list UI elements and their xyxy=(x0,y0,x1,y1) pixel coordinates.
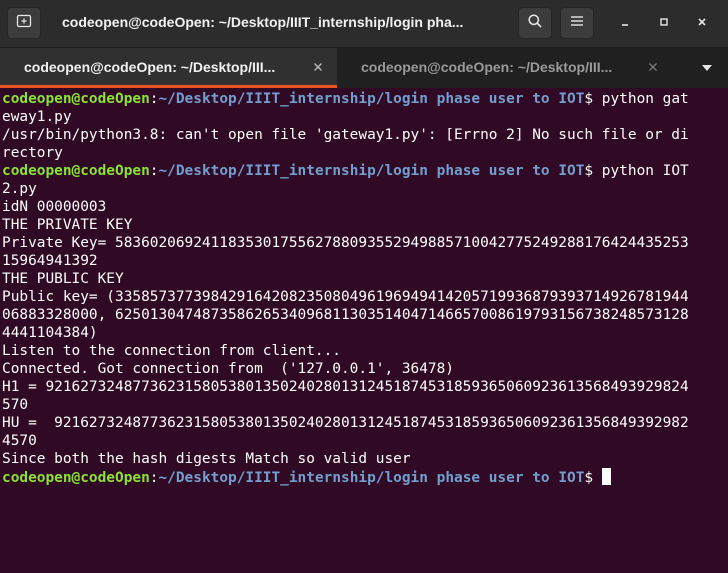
output-text: 4441104384) xyxy=(2,325,98,341)
prompt-dollar: $ xyxy=(584,163,594,179)
prompt-path: ~/Desktop/IIIT_internship/login phase us… xyxy=(158,91,585,107)
prompt-dollar: $ xyxy=(584,91,594,107)
output-text: 4570 xyxy=(2,433,37,449)
minimize-button[interactable] xyxy=(614,12,636,34)
header-bar: codeopen@codeOpen: ~/Desktop/IIIT_intern… xyxy=(0,0,728,48)
tab-label: codeopen@codeOpen: ~/Desktop/III... xyxy=(361,59,613,75)
window-title: codeopen@codeOpen: ~/Desktop/IIIT_intern… xyxy=(62,14,464,30)
terminal-output-line: rectory xyxy=(2,144,728,162)
tab-close-icon[interactable] xyxy=(645,59,661,75)
output-text: 06883328000, 625013047487358626534096811… xyxy=(2,307,689,323)
maximize-button[interactable] xyxy=(653,12,675,34)
tab-terminal-2[interactable]: codeopen@codeOpen: ~/Desktop/III... xyxy=(337,48,673,88)
output-text: eway1.py xyxy=(2,109,72,125)
terminal-output-line: Public key= (335857377398429164208235080… xyxy=(2,288,728,306)
tab-terminal-1[interactable]: codeopen@codeOpen: ~/Desktop/III... xyxy=(0,48,337,88)
command-text: python gat xyxy=(593,91,689,107)
terminal-output-line: 06883328000, 625013047487358626534096811… xyxy=(2,306,728,324)
minimize-icon xyxy=(620,14,630,32)
terminal-output-line: idN 00000003 xyxy=(2,198,728,216)
terminal-window: codeopen@codeOpen: ~/Desktop/IIIT_intern… xyxy=(0,0,728,573)
output-text: 570 xyxy=(2,397,29,413)
tab-bar: codeopen@codeOpen: ~/Desktop/III... code… xyxy=(0,48,728,88)
terminal-cursor xyxy=(601,468,611,485)
prompt-user: codeopen@codeOpen xyxy=(2,91,150,107)
terminal-output[interactable]: codeopen@codeOpen:~/Desktop/IIIT_interns… xyxy=(0,90,728,573)
terminal-output-line: Private Key= 583602069241183530175562788… xyxy=(2,234,728,252)
terminal-output-line: Listen to the connection from client... xyxy=(2,342,728,360)
terminal-output-line: THE PUBLIC KEY xyxy=(2,270,728,288)
prompt-user: codeopen@codeOpen xyxy=(2,163,150,179)
output-text: HU = 92162732487736231580538013502402801… xyxy=(2,415,689,431)
hamburger-menu-icon xyxy=(570,14,584,32)
terminal-output-line: eway1.py xyxy=(2,108,728,126)
command-text: python IOT xyxy=(593,163,689,179)
prompt-user: codeopen@codeOpen xyxy=(2,470,150,486)
prompt-path: ~/Desktop/IIIT_internship/login phase us… xyxy=(158,470,585,486)
output-text: H1 = 92162732487736231580538013502402801… xyxy=(2,379,689,395)
terminal-prompt-line: codeopen@codeOpen:~/Desktop/IIIT_interns… xyxy=(2,162,728,180)
terminal-output-line: Since both the hash digests Match so val… xyxy=(2,450,728,468)
terminal-prompt-line: codeopen@codeOpen:~/Desktop/IIIT_interns… xyxy=(2,90,728,108)
terminal-output-line: /usr/bin/python3.8: can't open file 'gat… xyxy=(2,126,728,144)
terminal-output-line: 4570 xyxy=(2,432,728,450)
output-text: THE PUBLIC KEY xyxy=(2,271,124,287)
search-button[interactable] xyxy=(518,7,552,39)
close-button[interactable] xyxy=(691,12,713,34)
output-text: rectory xyxy=(2,145,63,161)
menu-button[interactable] xyxy=(560,7,594,39)
output-text: Listen to the connection from client... xyxy=(2,343,341,359)
output-text: Public key= (335857377398429164208235080… xyxy=(2,289,689,305)
maximize-icon xyxy=(659,14,669,32)
new-tab-button[interactable] xyxy=(7,7,41,39)
terminal-output-line: H1 = 92162732487736231580538013502402801… xyxy=(2,378,728,396)
search-icon xyxy=(527,13,543,34)
tab-list-button[interactable] xyxy=(697,60,717,76)
terminal-output-line: 2.py xyxy=(2,180,728,198)
command-text xyxy=(593,470,602,486)
tab-close-icon[interactable] xyxy=(310,59,326,75)
prompt-path: ~/Desktop/IIIT_internship/login phase us… xyxy=(158,163,585,179)
output-text: 15964941392 xyxy=(2,253,98,269)
chevron-down-icon xyxy=(701,59,713,77)
terminal-output-line: THE PRIVATE KEY xyxy=(2,216,728,234)
output-text: Private Key= 583602069241183530175562788… xyxy=(2,235,689,251)
output-text: idN 00000003 xyxy=(2,199,107,215)
terminal-output-line: 570 xyxy=(2,396,728,414)
terminal-prompt-line: codeopen@codeOpen:~/Desktop/IIIT_interns… xyxy=(2,468,728,486)
prompt-dollar: $ xyxy=(584,470,594,486)
terminal-output-line: 4441104384) xyxy=(2,324,728,342)
new-tab-icon xyxy=(16,13,32,34)
terminal-output-line: 15964941392 xyxy=(2,252,728,270)
output-text: Since both the hash digests Match so val… xyxy=(2,451,411,467)
output-text: 2.py xyxy=(2,181,37,197)
output-text: /usr/bin/python3.8: can't open file 'gat… xyxy=(2,127,689,143)
tab-label: codeopen@codeOpen: ~/Desktop/III... xyxy=(24,59,276,75)
output-text: Connected. Got connection from ('127.0.0… xyxy=(2,361,454,377)
terminal-output-line: HU = 92162732487736231580538013502402801… xyxy=(2,414,728,432)
terminal-output-line: Connected. Got connection from ('127.0.0… xyxy=(2,360,728,378)
output-text: THE PRIVATE KEY xyxy=(2,217,133,233)
close-icon xyxy=(697,14,707,32)
